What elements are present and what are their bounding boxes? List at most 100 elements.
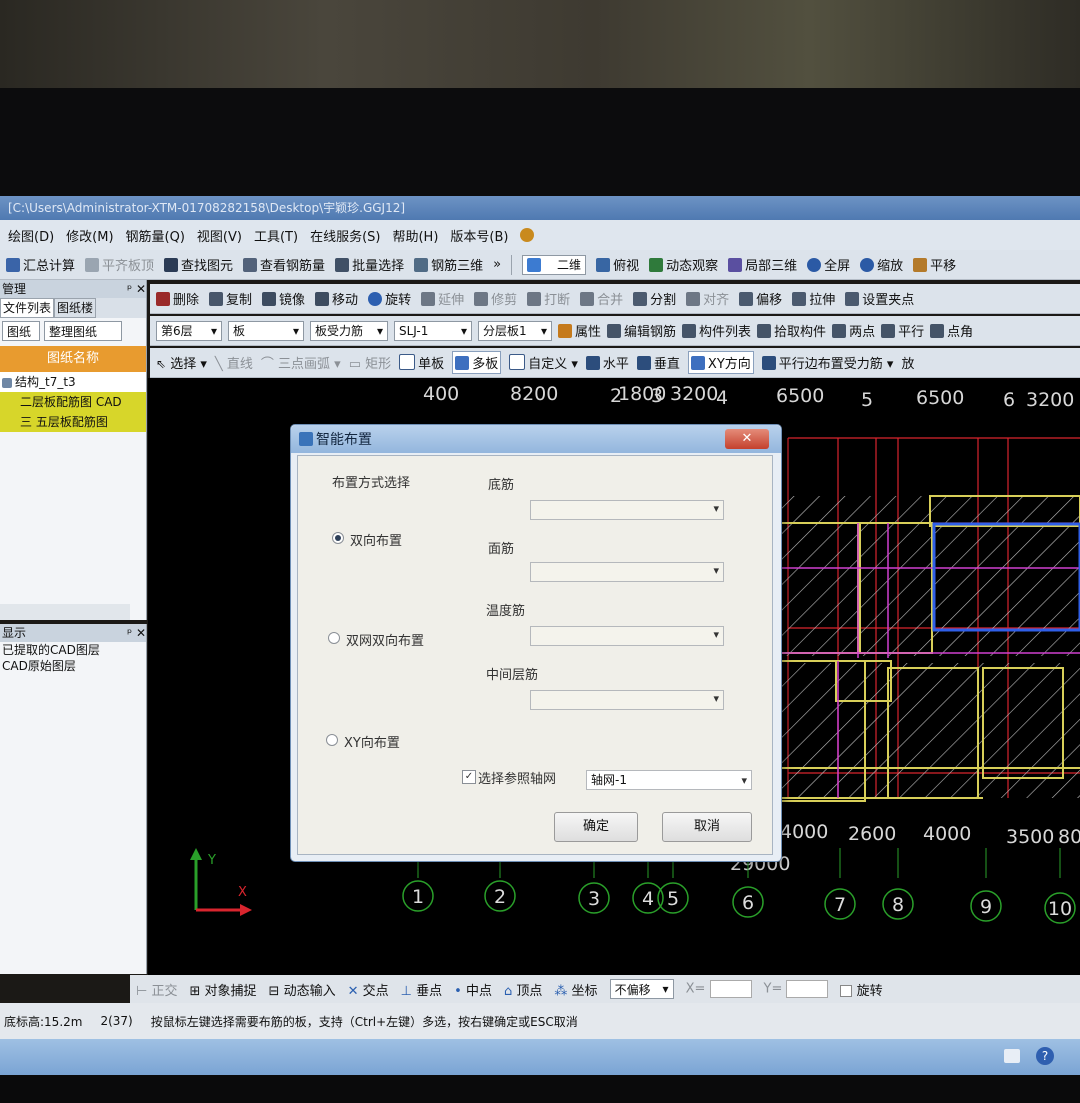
category-select[interactable]: 板 ▾ [228,320,304,341]
fullscreen-button[interactable]: 全屏 [807,255,850,274]
bottom-rebar-select[interactable] [530,500,724,520]
align-button[interactable]: 对齐 [686,289,729,308]
zoom-button[interactable]: 缩放 [860,255,903,274]
app-icon [299,432,313,446]
perpendicular-snap[interactable]: ⊥ 垂点 [401,980,442,999]
radio-double-mesh[interactable] [328,632,340,644]
toolbar-more[interactable]: » [493,257,501,272]
midpoint-snap[interactable]: • 中点 [454,980,492,999]
radio-bidirectional[interactable] [332,532,344,544]
menu-view[interactable]: 视图(V) [197,226,242,245]
horizontal-button[interactable]: 水平 [585,353,629,372]
set-grip-button[interactable]: 设置夹点 [845,289,914,308]
panel-pin-close[interactable]: ᵖ ✕ [127,280,146,298]
more-button[interactable]: 放 [901,353,914,372]
dynamic-input-toggle[interactable]: ⊟ 动态输入 [269,980,336,999]
move-button[interactable]: 移动 [315,289,358,308]
mirror-button[interactable]: 镜像 [262,289,305,308]
coordinate-snap[interactable]: ⁂ 坐标 [554,980,597,999]
grid-select[interactable]: 轴网-1 [586,770,752,790]
trim-button[interactable]: 修剪 [474,289,517,308]
two-points-button[interactable]: 两点 [832,321,875,340]
menu-rebar-quantity[interactable]: 钢筋量(Q) [126,226,185,245]
break-button[interactable]: 打断 [527,289,570,308]
view-rebar-quantity-button[interactable]: 查看钢筋量 [243,255,325,274]
select-button[interactable]: ⇖ 选择 ▾ [156,353,207,372]
point-angle-button[interactable]: 点角 [930,321,973,340]
single-slab-button[interactable]: 单板 [399,353,444,372]
copy-button[interactable]: 复制 [209,289,252,308]
parallel-button[interactable]: 平行 [881,321,924,340]
menu-tools[interactable]: 工具(T) [254,226,298,245]
batch-select-button[interactable]: 批量选择 [335,255,404,274]
find-element-button[interactable]: 查找图元 [164,255,233,274]
summary-calc-button[interactable]: 汇总计算 [6,255,75,274]
reference-grid-checkbox[interactable]: ✓ [462,770,476,784]
menu-modify[interactable]: 修改(M) [66,226,113,245]
pan-button[interactable]: 平移 [913,255,956,274]
drawing-button[interactable]: 图纸 [2,321,40,341]
xy-direction-button[interactable]: XY方向 [687,351,754,374]
stretch-button[interactable]: 拉伸 [792,289,835,308]
arc-button[interactable]: ⌒ 三点画弧 ▾ [261,353,341,372]
help-icon[interactable]: ? [1036,1047,1054,1065]
object-snap-toggle[interactable]: ⊞ 对象捕捉 [189,980,256,999]
split-button[interactable]: 分割 [633,289,676,308]
cancel-button[interactable]: 取消 [662,812,752,842]
menu-online-service[interactable]: 在线服务(S) [310,226,380,245]
menu-help[interactable]: 帮助(H) [392,226,438,245]
tray-icon[interactable] [1004,1049,1020,1063]
top-view-button[interactable]: 俯视 [596,255,639,274]
menu-version[interactable]: 版本号(B) [450,226,508,245]
rectangle-button[interactable]: ▭ 矩形 [349,353,391,372]
list-item[interactable]: 三 五层板配筋图 [0,412,146,432]
merge-button[interactable]: 合并 [580,289,623,308]
radio-xy[interactable] [326,734,338,746]
ortho-toggle[interactable]: ⊢ 正交 [136,980,177,999]
custom-button[interactable]: 自定义 ▾ [509,353,578,372]
layer-select[interactable]: 分层板1 ▾ [478,320,552,341]
x-field[interactable]: X= [686,980,752,998]
extend-button[interactable]: 延伸 [421,289,464,308]
update-icon[interactable] [520,228,535,242]
middle-rebar-select[interactable] [530,690,724,710]
y-field[interactable]: Y= [764,980,829,998]
floor-select[interactable]: 第6层 ▾ [156,320,222,341]
tab-file-list[interactable]: 文件列表 [0,298,55,318]
parallel-edge-button[interactable]: 平行边布置受力筋 ▾ [761,353,893,372]
line-button[interactable]: ╲ 直线 [215,353,253,372]
vertical-button[interactable]: 垂直 [636,353,680,372]
list-item[interactable]: 二层板配筋图 CAD [0,392,146,412]
rotate-toggle[interactable]: 旋转 [840,980,883,999]
view-mode-select[interactable]: 二维 [522,254,587,275]
ok-button[interactable]: 确定 [554,812,638,842]
multi-slab-button[interactable]: 多板 [452,351,502,374]
name-select[interactable]: SLJ-1 ▾ [394,320,472,341]
pick-element-button[interactable]: 拾取构件 [757,321,826,340]
properties-button[interactable]: 属性 [558,321,601,340]
delete-button[interactable]: 删除 [156,289,199,308]
tab-drawing-floor[interactable]: 图纸楼 [54,298,97,318]
type-select[interactable]: 板受力筋 ▾ [310,320,388,341]
intersection-snap[interactable]: ✕ 交点 [348,980,389,999]
rotate-button[interactable]: 旋转 [368,289,411,308]
local-3d-button[interactable]: 局部三维 [728,255,797,274]
offset-button[interactable]: 偏移 [739,289,782,308]
vertex-snap[interactable]: ⌂ 顶点 [504,980,542,999]
temperature-rebar-select[interactable] [530,626,724,646]
offset-mode-select[interactable]: 不偏移 ▾ [609,979,674,999]
edit-rebar-button[interactable]: 编辑钢筋 [607,321,676,340]
element-list-button[interactable]: 构件列表 [682,321,751,340]
horizontal-scrollbar[interactable] [0,604,130,620]
flush-top-button[interactable]: 平齐板顶 [85,255,154,274]
dialog-close-button[interactable]: ✕ [725,429,769,449]
top-rebar-select[interactable] [530,562,724,582]
dynamic-orbit-button[interactable]: 动态观察 [649,255,718,274]
list-item[interactable]: 结构_t7_t3 [0,372,146,392]
layer-item[interactable]: 已提取的CAD图层 [0,642,146,658]
rebar-3d-button[interactable]: 钢筋三维 [414,255,483,274]
layer-item[interactable]: CAD原始图层 [0,658,146,674]
panel-pin-close[interactable]: ᵖ ✕ [127,624,146,642]
organize-drawing-button[interactable]: 整理图纸 [44,321,122,341]
menu-draw[interactable]: 绘图(D) [8,226,54,245]
